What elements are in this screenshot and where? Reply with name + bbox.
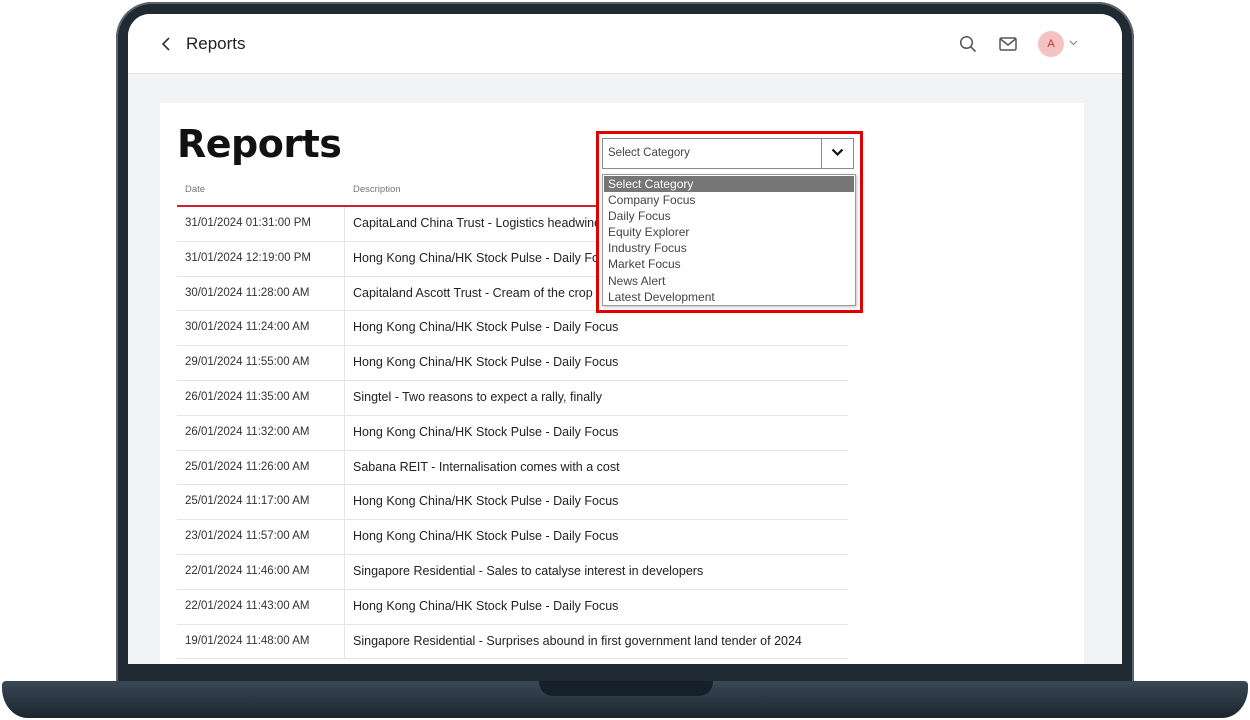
- row-description-link[interactable]: Hong Kong China/HK Stock Pulse - Daily F…: [353, 590, 618, 624]
- app-screen: Reports A Reports Date Description 31/01…: [128, 14, 1122, 664]
- row-description-link[interactable]: Singtel - Two reasons to expect a rally,…: [353, 381, 602, 415]
- row-date: 30/01/2024 11:24:00 AM: [177, 311, 345, 346]
- table-row[interactable]: 22/01/2024 11:46:00 AM Singapore Residen…: [177, 554, 848, 590]
- table-row[interactable]: 25/01/2024 11:26:00 AM Sabana REIT - Int…: [177, 450, 848, 486]
- row-description-link[interactable]: Hong Kong China/HK Stock Pulse - Daily F…: [353, 416, 618, 450]
- header-title: Reports: [186, 34, 246, 53]
- row-description-link[interactable]: Hong Kong China/HK Stock Pulse - Daily F…: [353, 346, 618, 380]
- table-row[interactable]: 30/01/2024 11:24:00 AM Hong Kong China/H…: [177, 311, 848, 347]
- row-description-link[interactable]: Sabana REIT - Internalisation comes with…: [353, 451, 620, 485]
- category-option[interactable]: Latest Development: [603, 289, 855, 305]
- row-date: 25/01/2024 11:17:00 AM: [177, 485, 345, 520]
- row-description-link[interactable]: Singapore Residential - Sales to catalys…: [353, 555, 703, 589]
- category-option[interactable]: Daily Focus: [603, 208, 855, 224]
- search-icon[interactable]: [959, 35, 977, 53]
- chevron-down-icon: [831, 148, 844, 157]
- column-header-date: Date: [185, 184, 206, 195]
- row-date: 29/01/2024 11:55:00 AM: [177, 346, 345, 380]
- table-row[interactable]: 25/01/2024 11:17:00 AM Hong Kong China/H…: [177, 485, 848, 521]
- table-row[interactable]: 23/01/2024 11:57:00 AM Hong Kong China/H…: [177, 520, 848, 555]
- table-row[interactable]: 19/01/2024 11:48:00 AM Singapore Residen…: [177, 624, 848, 660]
- table-row[interactable]: 29/01/2024 11:55:00 AM Hong Kong China/H…: [177, 346, 848, 381]
- table-row[interactable]: 26/01/2024 11:35:00 AM Singtel - Two rea…: [177, 380, 848, 416]
- category-option[interactable]: Market Focus: [603, 256, 855, 272]
- row-description-link[interactable]: Hong Kong China/HK Stock Pulse - Daily F…: [353, 311, 618, 345]
- row-description-link[interactable]: Singapore Residential - Surprises abound…: [353, 625, 802, 659]
- row-date: 22/01/2024 11:43:00 AM: [177, 589, 345, 624]
- row-description-link[interactable]: Hong Kong China/HK Stock Pulse - Daily F…: [353, 242, 618, 276]
- category-select-toggle[interactable]: [821, 139, 853, 168]
- category-option[interactable]: Equity Explorer: [603, 224, 855, 240]
- row-date: 23/01/2024 11:57:00 AM: [177, 520, 345, 554]
- row-date: 31/01/2024 12:19:00 PM: [177, 241, 345, 276]
- category-dropdown-list: Select Category Company Focus Daily Focu…: [602, 174, 856, 306]
- column-header-description: Description: [353, 184, 401, 195]
- row-date: 26/01/2024 11:35:00 AM: [177, 380, 345, 415]
- laptop-notch: [539, 681, 713, 696]
- category-option[interactable]: Company Focus: [603, 192, 855, 208]
- row-date: 30/01/2024 11:28:00 AM: [177, 276, 345, 311]
- row-description-link[interactable]: Capitaland Ascott Trust - Cream of the c…: [353, 277, 593, 311]
- category-select-value: Select Category: [608, 147, 690, 159]
- category-option[interactable]: Select Category: [604, 176, 854, 193]
- table-row[interactable]: 26/01/2024 11:32:00 AM Hong Kong China/H…: [177, 415, 848, 451]
- row-date: 22/01/2024 11:46:00 AM: [177, 554, 345, 589]
- category-select[interactable]: Select Category: [602, 138, 854, 169]
- chevron-left-icon[interactable]: [160, 36, 172, 52]
- chevron-down-icon[interactable]: [1069, 40, 1078, 46]
- row-description-link[interactable]: Hong Kong China/HK Stock Pulse - Daily F…: [353, 485, 618, 519]
- avatar[interactable]: A: [1038, 31, 1064, 57]
- page-title: Reports: [177, 122, 342, 166]
- row-description-link[interactable]: Hong Kong China/HK Stock Pulse - Daily F…: [353, 520, 618, 554]
- category-option[interactable]: News Alert: [603, 273, 855, 289]
- row-date: 31/01/2024 01:31:00 PM: [177, 207, 345, 241]
- mail-icon[interactable]: [999, 36, 1017, 52]
- row-date: 19/01/2024 11:48:00 AM: [177, 624, 345, 659]
- category-option[interactable]: Industry Focus: [603, 240, 855, 256]
- app-header: Reports A: [128, 14, 1122, 74]
- row-date: 25/01/2024 11:26:00 AM: [177, 450, 345, 485]
- row-date: 26/01/2024 11:32:00 AM: [177, 415, 345, 450]
- row-description-link[interactable]: CapitaLand China Trust - Logistics headw…: [353, 207, 607, 241]
- table-row[interactable]: 22/01/2024 11:43:00 AM Hong Kong China/H…: [177, 589, 848, 625]
